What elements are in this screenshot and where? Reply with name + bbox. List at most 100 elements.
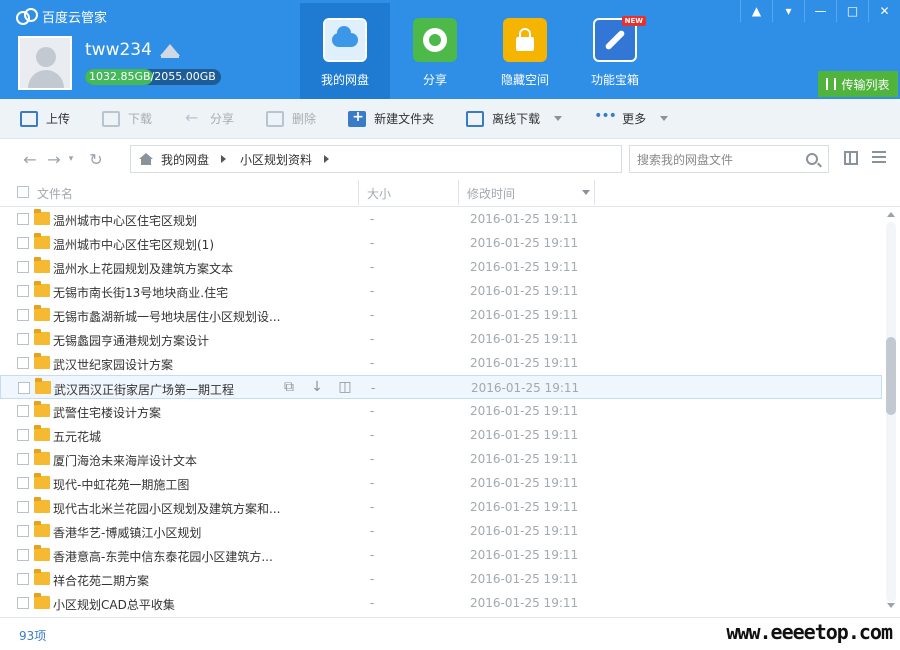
table-row[interactable]: 香港意高-东莞中信东泰花园小区建筑方... - 2016-01-25 19:11 <box>0 543 882 567</box>
file-name[interactable]: 武汉世纪家园设计方案 <box>53 356 173 373</box>
column-size[interactable]: 大小 <box>367 185 391 202</box>
row-checkbox[interactable] <box>18 382 30 394</box>
column-divider[interactable] <box>458 180 459 205</box>
file-name[interactable]: 无锡市蠡湖新城一号地块居住小区规划设... <box>53 308 280 325</box>
upload-button[interactable]: 上传 <box>20 110 70 127</box>
file-name[interactable]: 现代古北米兰花园小区规划及建筑方案和... <box>53 500 280 517</box>
chevron-down-icon[interactable] <box>660 116 669 121</box>
table-row[interactable]: 无锡市南长街13号地块商业.住宅 - 2016-01-25 19:11 <box>0 279 882 303</box>
row-checkbox[interactable] <box>17 237 29 249</box>
username[interactable]: tww234 <box>85 40 180 60</box>
row-checkbox[interactable] <box>17 477 29 489</box>
minimize-icon[interactable]: — <box>804 0 836 22</box>
row-checkbox[interactable] <box>17 333 29 345</box>
table-row[interactable]: 温州城市中心区住宅区规划(1) - 2016-01-25 19:11 <box>0 231 882 255</box>
sort-dropdown-icon[interactable] <box>582 190 590 195</box>
scroll-track[interactable] <box>886 222 896 602</box>
breadcrumb-separator-icon[interactable] <box>221 155 227 163</box>
search-input[interactable]: 搜索我的网盘文件 <box>629 145 829 173</box>
nav-my-drive[interactable]: 我的网盘 <box>300 3 390 99</box>
share-button[interactable]: 分享 <box>184 108 234 127</box>
search-icon[interactable] <box>806 153 818 165</box>
row-checkbox[interactable] <box>17 597 29 609</box>
file-name[interactable]: 武汉西汉正街家居广场第一期工程 <box>54 381 234 398</box>
table-row[interactable]: 温州城市中心区住宅区规划 - 2016-01-25 19:11 <box>0 207 882 231</box>
back-arrow-icon[interactable]: ← <box>18 147 42 171</box>
table-row[interactable]: 五元花城 - 2016-01-25 19:11 <box>0 423 882 447</box>
select-all-checkbox[interactable] <box>17 186 29 198</box>
vip-crown-icon[interactable] <box>159 42 180 58</box>
nav-hidden-space[interactable]: 隐藏空间 <box>480 3 570 99</box>
column-modified[interactable]: 修改时间 <box>467 185 515 202</box>
file-name[interactable]: 小区规划CAD总平收集 <box>53 596 175 613</box>
list-view-icon[interactable] <box>872 151 886 165</box>
table-row[interactable]: 无锡市蠡湖新城一号地块居住小区规划设... - 2016-01-25 19:11 <box>0 303 882 327</box>
file-name[interactable]: 无锡蠡园亨通港规划方案设计 <box>53 332 209 349</box>
table-row[interactable]: 现代-中虹花苑一期施工图 - 2016-01-25 19:11 <box>0 471 882 495</box>
row-checkbox[interactable] <box>17 501 29 513</box>
refresh-icon[interactable]: ↻ <box>84 147 108 171</box>
table-row[interactable]: 武汉西汉正街家居广场第一期工程 - 2016-01-25 19:11 ⧉ ↓ ◫ <box>0 375 882 399</box>
row-checkbox[interactable] <box>17 309 29 321</box>
trash-icon[interactable]: ◫ <box>337 380 353 395</box>
row-checkbox[interactable] <box>17 573 29 585</box>
row-checkbox[interactable] <box>17 261 29 273</box>
row-checkbox[interactable] <box>17 549 29 561</box>
delete-button[interactable]: 删除 <box>266 110 316 127</box>
share-icon[interactable]: ⧉ <box>281 380 297 395</box>
breadcrumb-item[interactable]: 我的网盘 <box>161 151 209 168</box>
transfer-list-button[interactable]: 传输列表 <box>818 71 898 97</box>
file-name[interactable]: 祥合花苑二期方案 <box>53 572 149 589</box>
nav-share[interactable]: 分享 <box>390 3 480 99</box>
file-name[interactable]: 温州水上花园规划及建筑方案文本 <box>53 260 233 277</box>
file-name[interactable]: 厦门海沧未来海岸设计文本 <box>53 452 197 469</box>
file-name[interactable]: 武警住宅楼设计方案 <box>53 404 161 421</box>
row-checkbox[interactable] <box>17 285 29 297</box>
table-row[interactable]: 温州水上花园规划及建筑方案文本 - 2016-01-25 19:11 <box>0 255 882 279</box>
column-divider[interactable] <box>594 180 595 205</box>
table-row[interactable]: 厦门海沧未来海岸设计文本 - 2016-01-25 19:11 <box>0 447 882 471</box>
download-icon[interactable]: ↓ <box>309 380 325 395</box>
scroll-up-icon[interactable] <box>887 212 895 217</box>
row-checkbox[interactable] <box>17 453 29 465</box>
download-button[interactable]: 下载 <box>102 110 152 127</box>
notification-icon[interactable]: ▲ <box>740 0 772 22</box>
thumbnail-view-icon[interactable] <box>844 151 858 165</box>
file-name[interactable]: 无锡市南长街13号地块商业.住宅 <box>53 284 228 301</box>
row-checkbox[interactable] <box>17 429 29 441</box>
row-checkbox[interactable] <box>17 357 29 369</box>
avatar[interactable] <box>18 36 72 90</box>
table-row[interactable]: 武汉世纪家园设计方案 - 2016-01-25 19:11 <box>0 351 882 375</box>
file-name[interactable]: 温州城市中心区住宅区规划(1) <box>53 236 214 253</box>
scrollbar[interactable] <box>882 207 900 617</box>
scroll-down-icon[interactable] <box>887 603 895 608</box>
table-row[interactable]: 小区规划CAD总平收集 - 2016-01-25 19:11 <box>0 591 882 615</box>
home-icon[interactable] <box>139 153 153 165</box>
scroll-thumb[interactable] <box>886 336 896 415</box>
breadcrumb-separator-icon[interactable] <box>324 155 330 163</box>
nav-toolbox[interactable]: NEW 功能宝箱 <box>570 3 660 99</box>
table-row[interactable]: 祥合花苑二期方案 - 2016-01-25 19:11 <box>0 567 882 591</box>
offline-download-button[interactable]: 离线下载 <box>466 110 563 127</box>
more-button[interactable]: 更多 <box>594 108 669 127</box>
forward-arrow-icon[interactable]: → <box>42 147 66 171</box>
row-checkbox[interactable] <box>17 213 29 225</box>
table-row[interactable]: 香港华艺-博威镇江小区规划 - 2016-01-25 19:11 <box>0 519 882 543</box>
table-row[interactable]: 无锡蠡园亨通港规划方案设计 - 2016-01-25 19:11 <box>0 327 882 351</box>
file-name[interactable]: 香港华艺-博威镇江小区规划 <box>53 524 201 541</box>
table-row[interactable]: 现代古北米兰花园小区规划及建筑方案和... - 2016-01-25 19:11 <box>0 495 882 519</box>
row-checkbox[interactable] <box>17 405 29 417</box>
row-checkbox[interactable] <box>17 525 29 537</box>
new-folder-button[interactable]: 新建文件夹 <box>348 109 434 127</box>
maximize-icon[interactable]: □ <box>836 0 868 22</box>
column-name[interactable]: 文件名 <box>37 185 73 202</box>
history-dropdown-icon[interactable]: ▾ <box>66 147 76 171</box>
chevron-down-icon[interactable] <box>554 116 563 121</box>
file-name[interactable]: 温州城市中心区住宅区规划 <box>53 212 197 229</box>
menu-icon[interactable]: ▾ <box>772 0 804 22</box>
file-name[interactable]: 五元花城 <box>53 428 101 445</box>
file-name[interactable]: 现代-中虹花苑一期施工图 <box>53 476 189 493</box>
column-divider[interactable] <box>358 180 359 205</box>
close-icon[interactable]: ✕ <box>868 0 900 22</box>
breadcrumb-item[interactable]: 小区规划资料 <box>240 151 312 168</box>
